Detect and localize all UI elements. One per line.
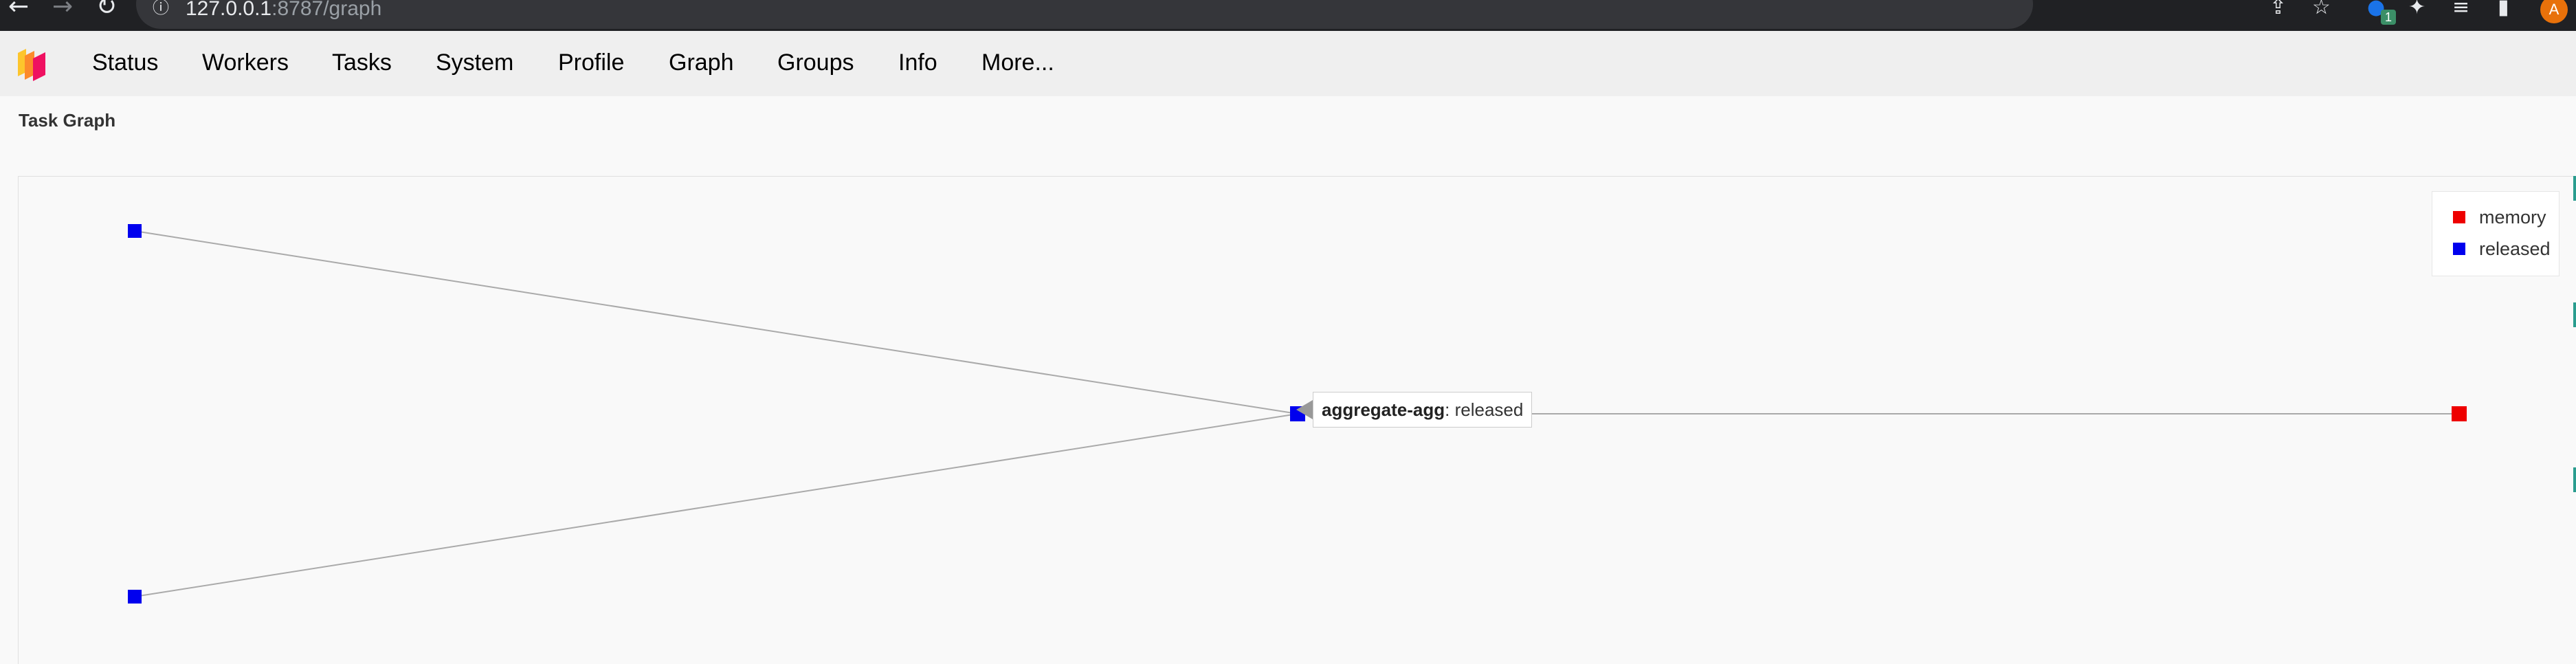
- edge-marker: [2573, 467, 2576, 492]
- legend-swatch-memory: [2453, 210, 2465, 223]
- legend-swatch-released: [2453, 242, 2465, 255]
- tooltip-task-name: aggregate-agg: [1322, 399, 1445, 420]
- tooltip-task-state: : released: [1445, 399, 1524, 420]
- edge-marker: [2573, 302, 2576, 327]
- legend-item-released: released: [2453, 239, 2551, 259]
- graph-node-released[interactable]: [128, 590, 142, 604]
- graph-node-memory[interactable]: [2452, 406, 2467, 421]
- tooltip-arrow-icon: [1296, 400, 1313, 419]
- legend: memory released: [2432, 191, 2560, 276]
- edge-marker: [2573, 176, 2576, 201]
- legend-item-memory: memory: [2453, 207, 2546, 228]
- graph-node-released[interactable]: [128, 224, 142, 238]
- legend-label: released: [2479, 239, 2551, 259]
- hover-tooltip: aggregate-agg: released: [1313, 392, 1533, 428]
- task-graph-canvas[interactable]: [0, 0, 2576, 664]
- graph-edge: [134, 413, 1298, 597]
- legend-label: memory: [2479, 207, 2546, 228]
- graph-edge: [134, 230, 1298, 414]
